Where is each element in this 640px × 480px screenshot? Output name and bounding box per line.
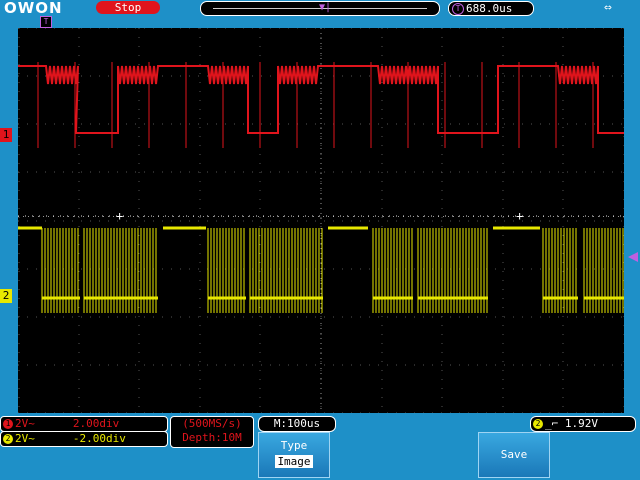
trigger-source-icon: 2 <box>533 419 543 429</box>
trigger-delay-readout: T 688.0us <box>448 1 534 16</box>
trigger-time-marker-icon: T <box>40 16 52 28</box>
waveform-svg: + + <box>18 28 624 413</box>
ch2-coupling: 2V~ <box>15 432 35 445</box>
waveform-display[interactable]: + + <box>18 28 624 413</box>
run-status-badge[interactable]: Stop <box>96 1 160 14</box>
timebase-readout[interactable]: M:100us <box>258 416 336 432</box>
ch1-icon: 1 <box>3 419 13 429</box>
ch1-scale: 2.00div <box>72 417 120 430</box>
ch2-offset-marker[interactable]: 2 <box>0 289 12 303</box>
memory-depth: Depth:10M <box>182 431 242 444</box>
usb-icon: ⇔ <box>604 0 612 15</box>
ch2-icon: 2 <box>3 434 13 444</box>
trigger-position-bar: ▼| <box>200 1 440 16</box>
top-bar: OWON Stop ▼| T 688.0us ⇔ <box>0 0 640 16</box>
type-label: Type <box>280 439 308 452</box>
trigger-info-box[interactable]: 2 _⌐ 1.92V <box>530 416 636 432</box>
ch1-info-box[interactable]: 1 2V~ 2.00div <box>0 416 168 432</box>
type-value: Image <box>275 455 313 468</box>
sample-rate: (500MS/s) <box>182 417 242 430</box>
trigger-level-marker[interactable] <box>628 252 638 262</box>
trigger-icon: T <box>452 3 464 15</box>
cursor-plus: + <box>116 209 123 223</box>
type-menu-button[interactable]: Type Image <box>258 432 330 478</box>
save-button[interactable]: Save <box>478 432 550 478</box>
trigger-level: 1.92V <box>564 417 598 430</box>
rising-edge-icon: _⌐ <box>545 417 559 430</box>
ch2-scale: -2.00div <box>72 432 126 445</box>
trigger-position-marker: ▼| <box>319 2 332 13</box>
ch1-offset-marker[interactable]: 1 <box>0 128 12 142</box>
brand-logo: OWON <box>4 0 63 17</box>
ch2-info-box[interactable]: 2 2V~ -2.00div <box>0 431 168 447</box>
cursor-plus: + <box>516 209 523 223</box>
acquisition-info-box: (500MS/s) Depth:10M <box>170 416 254 448</box>
ch1-coupling: 2V~ <box>15 417 35 430</box>
trigger-delay-value: 688.0us <box>466 2 513 15</box>
